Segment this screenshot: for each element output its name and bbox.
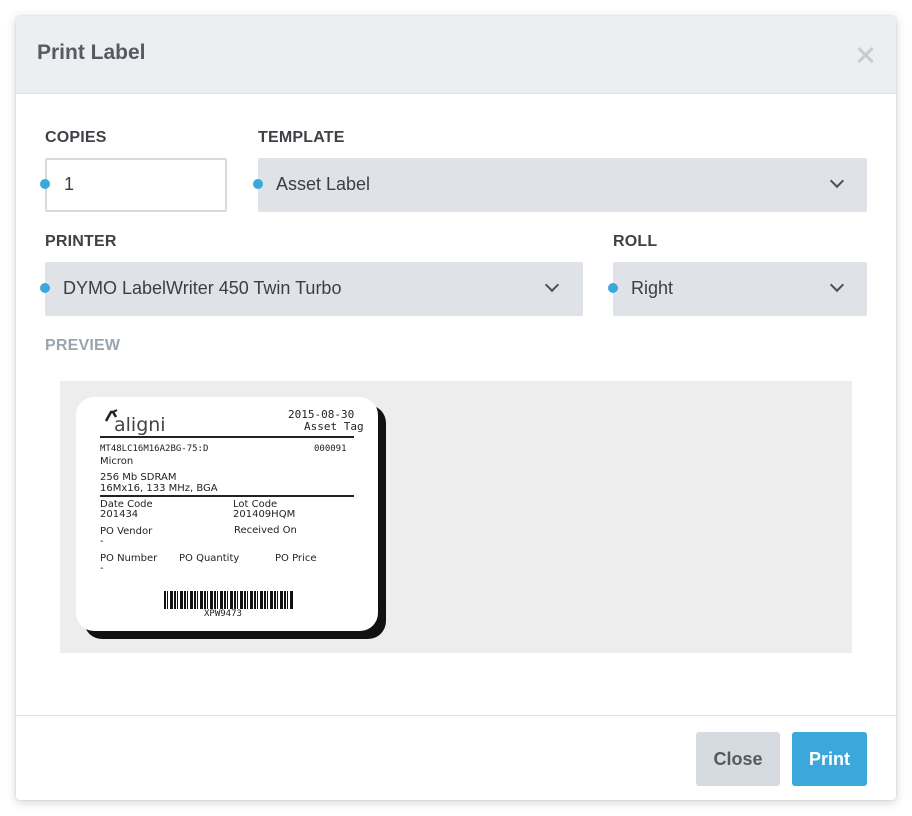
printer-label: PRINTER (45, 233, 117, 250)
label-lot-code-value: 201409HQM (233, 509, 296, 520)
copies-input[interactable]: 1 (40, 158, 227, 212)
chevron-down-icon (829, 277, 845, 293)
required-dot-icon (253, 179, 263, 189)
print-label-dialog: Print Label COPIES 1 TEMPLATE Asset Labe… (16, 16, 896, 800)
label-po-number-value: - (100, 563, 104, 574)
dialog-header: Print Label (16, 16, 896, 94)
label-barcode (164, 591, 294, 609)
template-label: TEMPLATE (258, 129, 345, 146)
label-divider (100, 436, 354, 438)
label-divider (100, 495, 354, 497)
label-part-number: MT48LC16M16A2BG-75:D (100, 444, 209, 454)
printer-select[interactable]: DYMO LabelWriter 450 Twin Turbo (40, 262, 583, 316)
required-dot-icon (40, 179, 50, 189)
printer-value: DYMO LabelWriter 450 Twin Turbo (63, 278, 342, 298)
label-date: 2015-08-30 (288, 408, 355, 421)
dialog-footer: Close Print (16, 715, 896, 800)
label-description-line2: 16Mx16, 133 MHz, BGA (100, 483, 218, 494)
label-po-quantity-label: PO Quantity (179, 553, 240, 564)
label-barcode-text: XPW9473 (204, 609, 242, 619)
chevron-down-icon (544, 277, 560, 293)
roll-select[interactable]: Right (608, 262, 867, 316)
label-description-line1: 256 Mb SDRAM (100, 472, 177, 483)
copies-label: COPIES (45, 129, 107, 146)
chevron-down-icon (829, 173, 845, 189)
roll-value: Right (631, 278, 674, 298)
aligni-logo-text: aligni (114, 414, 166, 436)
label-po-price-label: PO Price (275, 553, 317, 564)
label-po-vendor-value: - (100, 536, 104, 547)
label-preview-area: aligni 2015-08-30 Asset Tag MT48LC16M16A… (60, 381, 852, 653)
copies-value: 1 (64, 174, 75, 194)
label-tag-title: Asset Tag (304, 420, 364, 433)
label-preview-card: aligni 2015-08-30 Asset Tag MT48LC16M16A… (76, 397, 378, 631)
label-manufacturer: Micron (100, 456, 134, 467)
label-received-on-label: Received On (234, 525, 297, 536)
label-po-vendor-label: PO Vendor (100, 526, 153, 537)
close-icon[interactable] (854, 44, 876, 66)
preview-label: PREVIEW (45, 337, 121, 354)
roll-label: ROLL (613, 233, 658, 250)
label-serial: 000091 (314, 444, 347, 454)
template-value: Asset Label (276, 174, 371, 194)
dialog-title: Print Label (37, 41, 146, 64)
required-dot-icon (608, 283, 618, 293)
label-date-code-value: 201434 (100, 509, 139, 520)
close-button[interactable]: Close (696, 732, 780, 786)
required-dot-icon (40, 283, 50, 293)
label-po-number-label: PO Number (100, 553, 158, 564)
print-button[interactable]: Print (792, 732, 867, 786)
template-select[interactable]: Asset Label (253, 158, 867, 212)
